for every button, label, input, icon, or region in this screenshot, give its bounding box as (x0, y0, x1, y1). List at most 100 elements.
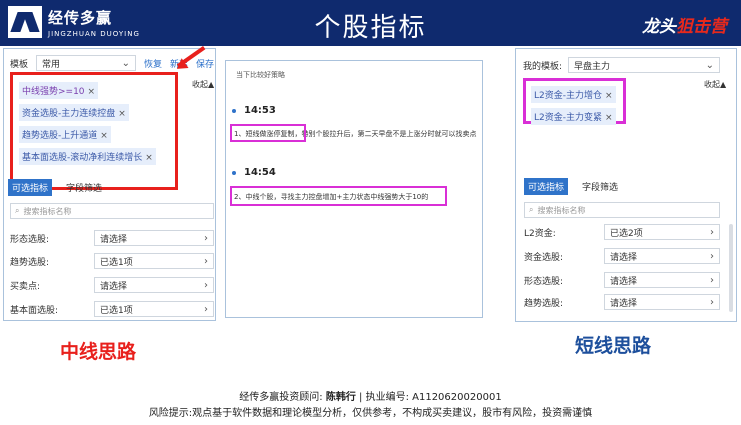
filter-label: 基本面选股: (10, 305, 59, 316)
note-time: 14:53 (244, 105, 276, 116)
chevron-right-icon: › (204, 279, 208, 291)
close-icon[interactable]: × (88, 87, 96, 97)
chevron-right-icon: › (710, 274, 714, 286)
tag-label: L2资金-主力变紧 (534, 113, 602, 123)
filter-row: 趋势选股: 请选择 › (524, 294, 720, 310)
filter-label: 形态选股: (10, 234, 50, 245)
close-icon[interactable]: × (605, 113, 613, 123)
selected-tag[interactable]: 中线强势>=10 × (19, 82, 99, 99)
template-select-value: 早盘主力 (574, 61, 611, 72)
close-icon[interactable]: × (118, 109, 126, 119)
filter-label: 趋势选股: (524, 298, 564, 309)
selected-tag[interactable]: 资金选股-主力连续控盘 × (19, 104, 129, 121)
chevron-up-icon: ▲ (208, 80, 215, 89)
filter-value: 已选2项 (610, 228, 643, 239)
bullet-dot-icon (232, 108, 236, 113)
advisor-name: 陈韩行 (325, 392, 356, 403)
collapse-toggle[interactable]: 收起▲ (704, 79, 726, 90)
chevron-right-icon: › (204, 255, 208, 267)
selected-tag[interactable]: L2资金-主力增仓 × (531, 86, 616, 103)
filter-select[interactable]: 请选择 › (604, 272, 720, 288)
indicator-tabs: 可选指标 字段筛选 (524, 178, 622, 195)
camp-brand: 龙头狙击营 (642, 12, 727, 37)
filter-select[interactable]: 请选择 › (604, 248, 720, 264)
scrollbar[interactable] (729, 224, 733, 312)
tag-label: L2资金-主力增仓 (534, 91, 602, 101)
selected-tag[interactable]: L2资金-主力变紧 × (531, 108, 616, 125)
left-indicator-panel: 模板 常用 ⌄ 恢复 新建 保存 中线强势>=10× 资金选股-主力连续控盘× … (3, 48, 216, 321)
filter-select[interactable]: 已选2项 › (604, 224, 720, 240)
search-placeholder: 搜索指标名称 (537, 205, 586, 215)
advisor-prefix: 经传多赢投资顾问: (239, 392, 326, 403)
filter-row: 基本面选股: 已选1项 › (10, 301, 214, 317)
highlight-box (230, 124, 306, 142)
brand-part-a: 龙头 (642, 17, 676, 37)
tab-available-indicators[interactable]: 可选指标 (8, 179, 53, 196)
filter-value: 请选择 (610, 276, 638, 287)
filter-label: L2资金: (524, 228, 556, 239)
chevron-right-icon: › (204, 232, 208, 244)
search-icon: ⌕ (15, 206, 20, 215)
selected-tags-box: 中线强势>=10 × 资金选股-主力连续控盘 × 趋势选股-上升通道 × 基本面选股-… (10, 72, 178, 190)
filter-row: 资金选股: 请选择 › (524, 248, 720, 264)
filter-label: 资金选股: (524, 252, 564, 263)
filter-row: 买卖点: 请选择 › (10, 277, 214, 293)
strategy-notes-panel: 当下比较好策略 14:53 1、短线做涨停复制，特别个股拉升后，第二天早盘不是上… (225, 60, 483, 318)
filter-value: 请选择 (100, 281, 128, 292)
selected-tag[interactable]: 趋势选股-上升通道 × (19, 126, 111, 143)
right-caption: 短线思路 (575, 335, 652, 357)
filter-select[interactable]: 请选择 › (94, 230, 214, 246)
header-banner: 经传多赢 JINGZHUAN DUOYING 个股指标 龙头狙击营 (0, 0, 741, 46)
filter-select[interactable]: 已选1项 › (94, 301, 214, 317)
template-select[interactable]: 常用 ⌄ (36, 55, 137, 71)
note-time-row: 14:53 (232, 105, 276, 116)
selected-tag[interactable]: 基本面选股-滚动净利连续增长 × (19, 148, 156, 165)
search-input[interactable]: ⌕ 搜索指标名称 (10, 203, 214, 219)
search-icon: ⌕ (529, 205, 534, 214)
tag-label: 资金选股-主力连续控盘 (22, 109, 116, 119)
chevron-up-icon: ▲ (720, 80, 727, 89)
page-title: 个股指标 (314, 13, 427, 43)
footer-advisor-line: 经传多赢投资顾问: 陈韩行 | 执业编号: A1120620020001 (0, 388, 741, 403)
chevron-down-icon: ⌄ (705, 59, 715, 71)
collapse-toggle[interactable]: 收起▲ (192, 79, 214, 90)
filter-row: 形态选股: 请选择 › (524, 272, 720, 288)
save-link[interactable]: 保存 (196, 57, 214, 70)
close-icon[interactable]: × (145, 153, 153, 163)
filter-label: 买卖点: (10, 281, 41, 292)
footer-risk-disclaimer: 风险提示:观点基于软件数据和理论模型分析，仅供参考，不构成买卖建议，股市有风险，… (148, 408, 593, 419)
tab-field-filter[interactable]: 字段筛选 (578, 178, 622, 195)
search-input[interactable]: ⌕ 搜索指标名称 (524, 202, 720, 218)
close-icon[interactable]: × (605, 91, 613, 101)
selected-tags-box: L2资金-主力增仓 × L2资金-主力变紧 × (523, 78, 626, 125)
filter-select[interactable]: 已选1项 › (94, 253, 214, 269)
filter-label: 形态选股: (524, 276, 564, 287)
close-icon[interactable]: × (100, 131, 108, 141)
restore-link[interactable]: 恢复 (144, 57, 162, 70)
bullet-dot-icon (232, 170, 236, 175)
template-label: 模板 (10, 59, 29, 70)
note-time: 14:54 (244, 167, 276, 178)
advisor-license: | 执业编号: A1120620020001 (355, 392, 502, 403)
filter-row: 趋势选股: 已选1项 › (10, 253, 214, 269)
tag-label: 趋势选股-上升通道 (22, 131, 98, 141)
chevron-right-icon: › (710, 296, 714, 308)
filter-select[interactable]: 请选择 › (604, 294, 720, 310)
indicator-tabs: 可选指标 字段筛选 (8, 179, 106, 196)
filter-value: 已选1项 (100, 305, 133, 316)
filter-label: 趋势选股: (10, 257, 50, 268)
filter-row: L2资金: 已选2项 › (524, 224, 720, 240)
notes-title: 当下比较好策略 (236, 71, 285, 79)
chevron-right-icon: › (204, 303, 208, 315)
template-label: 我的模板: (523, 61, 563, 72)
right-indicator-panel: 我的模板: 早盘主力 ⌄ L2资金-主力增仓 × L2资金-主力变紧 × 收起▲ 可… (515, 48, 737, 322)
tab-field-filter[interactable]: 字段筛选 (62, 179, 106, 196)
template-select[interactable]: 早盘主力 ⌄ (568, 57, 721, 73)
collapse-label: 收起 (704, 80, 720, 89)
note-time-row: 14:54 (232, 167, 276, 178)
tag-label: 基本面选股-滚动净利连续增长 (22, 153, 143, 163)
brand-part-b: 狙击营 (676, 17, 727, 37)
collapse-label: 收起 (192, 80, 208, 89)
filter-select[interactable]: 请选择 › (94, 277, 214, 293)
tab-available-indicators[interactable]: 可选指标 (524, 178, 569, 195)
